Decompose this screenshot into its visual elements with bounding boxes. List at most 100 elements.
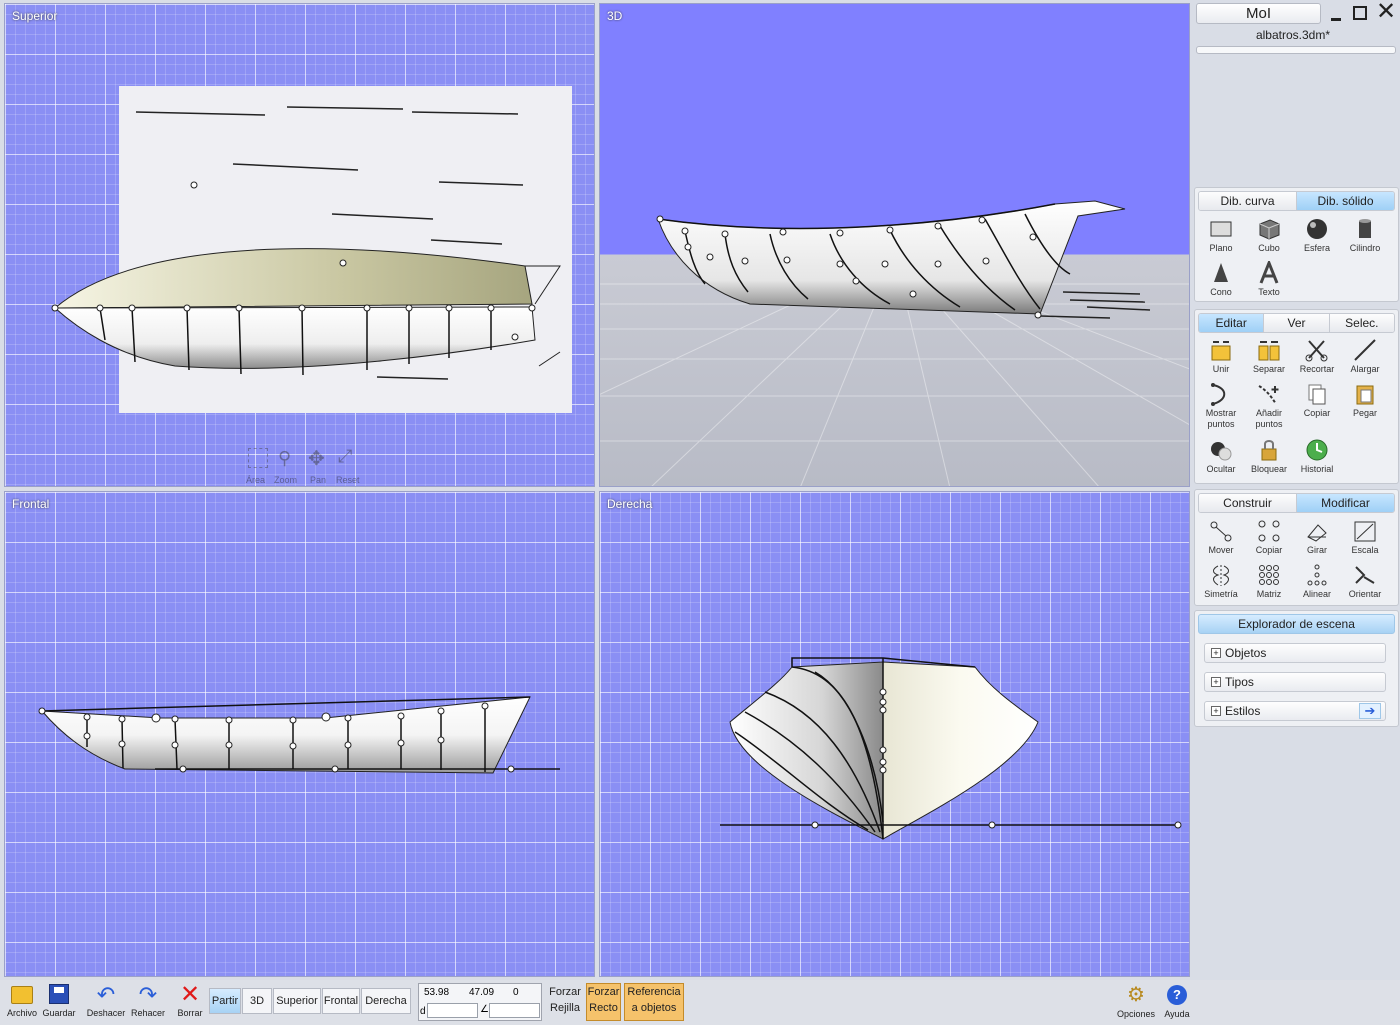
close-button[interactable]: ✕ [1376, 0, 1396, 24]
tab-construct[interactable]: Construir [1199, 494, 1297, 512]
arrow-right-icon[interactable]: ➔ [1359, 703, 1381, 719]
right-view-drawing [720, 657, 1182, 840]
array-tool[interactable]: Matriz [1245, 563, 1293, 600]
mirror-tool[interactable]: Simetría [1197, 563, 1245, 600]
tool-label: Esfera [1303, 243, 1330, 253]
explorer-item-label: Objetos [1225, 646, 1267, 660]
cylinder-tool[interactable]: Cilindro [1341, 217, 1389, 254]
help-icon: ? [1167, 985, 1187, 1005]
move-tool[interactable]: Mover [1197, 519, 1245, 556]
undo-button[interactable]: ↶ Deshacer [84, 982, 128, 1019]
hide-icon [1211, 442, 1232, 461]
separate-tool[interactable]: Separar [1245, 338, 1293, 375]
viewport-top[interactable]: Superior ⚲ ✥ ⤢ Área Zoom Pan Reset [4, 3, 595, 487]
tab-edit[interactable]: Editar [1199, 314, 1265, 332]
explorer-types[interactable]: + Tipos [1204, 672, 1386, 692]
plane-tool[interactable]: Plano [1197, 217, 1245, 254]
tab-view[interactable]: Ver [1264, 314, 1330, 332]
area-zoom-icon[interactable] [248, 448, 268, 468]
reset-icon[interactable]: ⤢ [338, 446, 352, 467]
lock-tool[interactable]: Bloquear [1245, 438, 1293, 475]
object-snap-toggle[interactable]: Referencia a objetos [624, 983, 684, 1021]
tool-label: Escala [1351, 545, 1379, 555]
delete-button[interactable]: ✕ Borrar [172, 983, 208, 1019]
maximize-button[interactable] [1353, 6, 1367, 20]
edit-tabs: Editar Ver Selec. [1198, 313, 1395, 333]
viewport-front[interactable]: Frontal [4, 491, 595, 977]
tool-label: Plano [1209, 243, 1233, 253]
trim-tool[interactable]: Recortar [1293, 338, 1341, 375]
save-button[interactable]: Guardar [40, 984, 78, 1018]
orient-icon [1355, 566, 1375, 584]
view-right-button[interactable]: Derecha [361, 988, 411, 1014]
tool-label: Matriz [1256, 589, 1282, 599]
copy-xform-tool[interactable]: Copiar [1245, 519, 1293, 556]
tool-label: Mover [1208, 545, 1234, 555]
object-snap-label-2: a objetos [631, 1002, 677, 1014]
align-tool[interactable]: Alinear [1293, 563, 1341, 600]
extend-tool[interactable]: Alargar [1341, 338, 1389, 375]
view-top-button[interactable]: Superior [273, 988, 321, 1014]
add-points-tool[interactable]: Añadir puntos [1245, 382, 1293, 430]
explorer-styles[interactable]: + Estilos ➔ [1204, 701, 1386, 721]
snap-straight-toggle[interactable]: Forzar Recto [586, 983, 621, 1021]
transform-panel: Construir Modificar Mover Copiar Girar E… [1194, 489, 1399, 606]
paste-tool[interactable]: Pegar [1341, 382, 1389, 419]
copy-tool[interactable]: Copiar [1293, 382, 1341, 419]
view-front-button[interactable]: Frontal [322, 988, 360, 1014]
tab-select[interactable]: Selec. [1329, 314, 1394, 332]
help-button[interactable]: ? Ayuda [1160, 984, 1194, 1019]
tool-label: Mostrar puntos [1205, 408, 1237, 429]
zoom-icon[interactable]: ⚲ [278, 448, 291, 469]
options-button[interactable]: ⚙ Opciones [1114, 984, 1158, 1019]
distance-label: d [420, 1006, 426, 1017]
tool-label: Historial [1300, 464, 1334, 474]
explorer-title[interactable]: Explorador de escena [1198, 614, 1395, 634]
text-tool[interactable]: Texto [1245, 261, 1293, 298]
angle-icon: ∠ [480, 1004, 489, 1015]
snap-grid-toggle[interactable]: Forzar Rejilla [547, 984, 583, 1020]
add-points-icon [1258, 385, 1279, 405]
orient-tool[interactable]: Orientar [1341, 563, 1389, 600]
rotate-tool[interactable]: Girar [1293, 519, 1341, 556]
explorer-objects[interactable]: + Objetos [1204, 643, 1386, 663]
rotate-icon [1307, 524, 1327, 542]
show-points-tool[interactable]: Mostrar puntos [1197, 382, 1245, 430]
coord-z: 0 [513, 987, 519, 998]
box-tool[interactable]: Cubo [1245, 217, 1293, 254]
viewport-right[interactable]: Derecha [599, 491, 1190, 977]
save-label: Guardar [42, 1008, 76, 1018]
sphere-tool[interactable]: Esfera [1293, 217, 1341, 254]
expand-icon[interactable]: + [1211, 648, 1221, 658]
pan-icon[interactable]: ✥ [308, 446, 325, 471]
snap-grid-label-1: Forzar [549, 986, 581, 998]
folder-icon [11, 986, 33, 1004]
viewport-3d[interactable]: 3D [599, 3, 1190, 487]
undo-icon: ↶ [96, 982, 116, 1007]
expand-icon[interactable]: + [1211, 706, 1221, 716]
join-tool[interactable]: Unir [1197, 338, 1245, 375]
angle-input[interactable] [489, 1003, 540, 1018]
tool-label: Texto [1258, 287, 1280, 297]
tab-draw-solid[interactable]: Dib. sólido [1297, 192, 1394, 210]
open-file-button[interactable]: Archivo [4, 984, 40, 1018]
array-icon [1259, 565, 1279, 585]
scale-tool[interactable]: Escala [1341, 519, 1389, 556]
plane-icon [1210, 221, 1232, 237]
redo-button[interactable]: ↷ Rehacer [128, 984, 168, 1019]
front-view-drawing [38, 696, 560, 774]
explorer-item-label: Estilos [1225, 704, 1261, 718]
distance-input[interactable] [427, 1003, 478, 1018]
tool-label: Cilindro [1349, 243, 1381, 253]
hide-tool[interactable]: Ocultar [1197, 438, 1245, 475]
view-3d-button[interactable]: 3D [242, 988, 272, 1014]
tool-label: Alargar [1350, 364, 1380, 374]
tab-modify[interactable]: Modificar [1297, 494, 1394, 512]
tab-draw-curve[interactable]: Dib. curva [1199, 192, 1297, 210]
view-split-button[interactable]: Partir [209, 988, 241, 1014]
expand-icon[interactable]: + [1211, 677, 1221, 687]
history-tool[interactable]: Historial [1293, 438, 1341, 475]
nav-pan-label: Pan [310, 475, 327, 485]
minimize-button[interactable] [1331, 18, 1341, 21]
cone-tool[interactable]: Cono [1197, 261, 1245, 298]
